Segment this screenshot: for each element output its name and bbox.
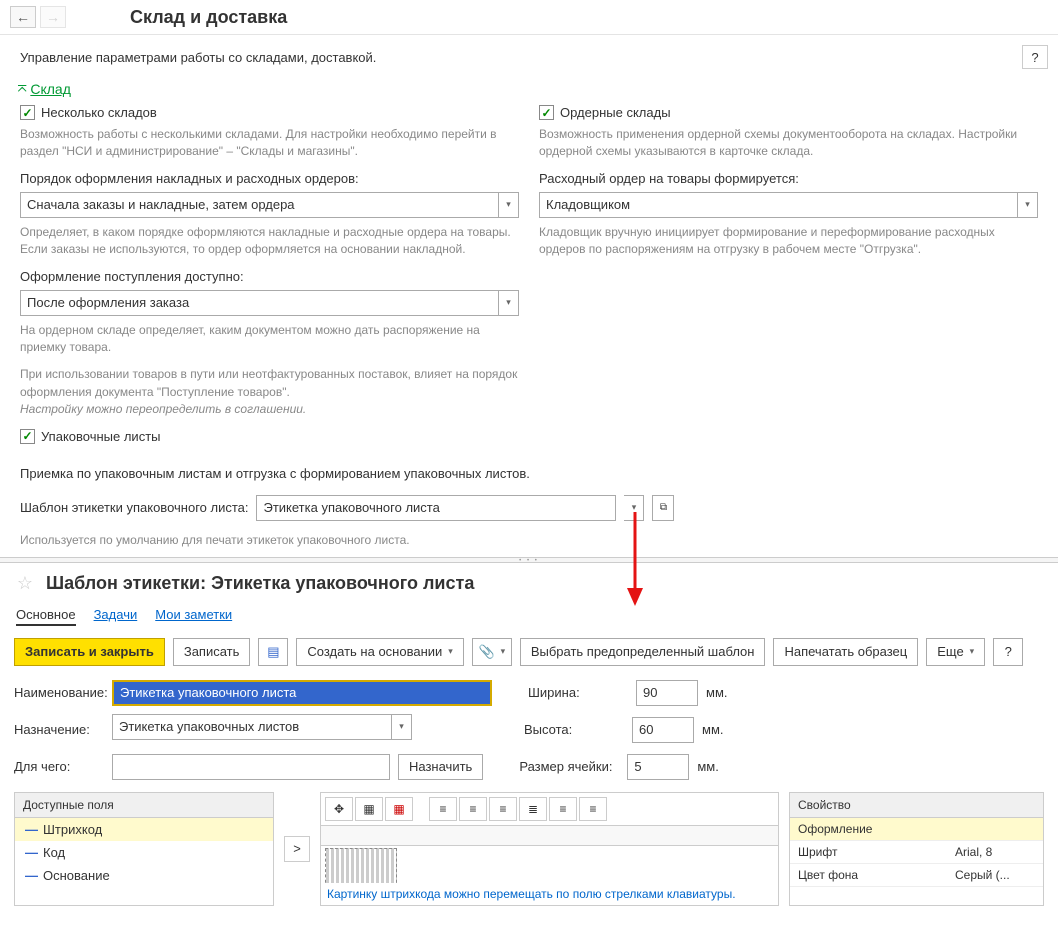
cell-input[interactable]: 5 xyxy=(627,754,689,780)
tab-tasks[interactable]: Задачи xyxy=(94,607,138,626)
design-canvas[interactable] xyxy=(321,826,778,883)
help-button-lower[interactable]: ? xyxy=(993,638,1023,666)
nav-back-button[interactable] xyxy=(10,6,36,28)
assign-button[interactable]: Назначить xyxy=(398,754,483,780)
purpose-dropdown[interactable] xyxy=(392,714,412,740)
template-open-button[interactable]: ⧉ xyxy=(652,495,674,521)
star-icon[interactable]: ☆ xyxy=(14,573,36,595)
save-close-button[interactable]: Записать и закрыть xyxy=(14,638,165,666)
section-toggle-sklad[interactable]: Склад xyxy=(0,77,1058,101)
dash-icon: — xyxy=(25,868,37,883)
checkbox-multi-warehouse-label: Несколько складов xyxy=(41,105,157,120)
expense-select[interactable]: Кладовщиком xyxy=(539,192,1018,218)
purpose-label: Назначение: xyxy=(14,722,104,737)
template-desc: Используется по умолчанию для печати эти… xyxy=(0,529,1058,557)
order-flow-select[interactable]: Сначала заказы и накладные, затем ордера xyxy=(20,192,499,218)
move-right-button[interactable]: > xyxy=(284,836,310,862)
align-center-button[interactable]: ≡ xyxy=(459,797,487,821)
height-label: Высота: xyxy=(524,722,624,737)
save-button[interactable]: Записать xyxy=(173,638,251,666)
checkbox-order-wh[interactable] xyxy=(539,105,554,120)
receipt-label: Оформление поступления доступно: xyxy=(20,269,519,284)
order-flow-desc: Определяет, в каком порядке оформляются … xyxy=(20,224,519,259)
cell-unit: мм. xyxy=(697,759,719,774)
multi-warehouse-desc: Возможность работы с несколькими складам… xyxy=(20,126,519,161)
attach-icon: 📎 xyxy=(478,644,494,660)
chevron-down-icon: ▾ xyxy=(970,646,975,657)
fields-panel-header: Доступные поля xyxy=(15,793,273,818)
expense-desc: Кладовщик вручную инициирует формировани… xyxy=(539,224,1038,259)
width-label: Ширина: xyxy=(528,685,628,700)
arrow-right-icon xyxy=(46,9,60,25)
template-dropdown[interactable] xyxy=(624,495,644,521)
lower-title: Шаблон этикетки: Этикетка упаковочного л… xyxy=(46,573,474,594)
prop-row[interactable]: Цвет фона Серый (... xyxy=(790,864,1043,887)
name-input[interactable]: Этикетка упаковочного листа xyxy=(112,680,492,706)
valign-middle-button[interactable]: ≡ xyxy=(579,797,607,821)
align-justify-button[interactable]: ≣ xyxy=(519,797,547,821)
create-based-button[interactable]: Создать на основании▾ xyxy=(296,638,463,666)
checkbox-packing-label: Упаковочные листы xyxy=(41,429,161,444)
tab-notes[interactable]: Мои заметки xyxy=(155,607,232,626)
page-title: Склад и доставка xyxy=(130,7,287,28)
template-input[interactable]: Этикетка упаковочного листа xyxy=(256,495,616,521)
checkbox-multi-warehouse[interactable] xyxy=(20,105,35,120)
tool-delete[interactable]: ▦ xyxy=(385,797,413,821)
cell-label: Размер ячейки: xyxy=(519,759,619,774)
ruler xyxy=(321,826,778,846)
list-button[interactable]: ▤ xyxy=(258,638,288,666)
packing-desc: Приемка по упаковочным листам и отгрузка… xyxy=(0,460,1058,487)
receipt-dropdown[interactable] xyxy=(499,290,519,316)
order-flow-label: Порядок оформления накладных и расходных… xyxy=(20,171,519,186)
checkbox-packing[interactable] xyxy=(20,429,35,444)
for-input[interactable] xyxy=(112,754,390,780)
print-sample-button[interactable]: Напечатать образец xyxy=(773,638,918,666)
receipt-desc1: На ордерном складе определяет, каким док… xyxy=(20,322,519,357)
help-button[interactable]: ? xyxy=(1022,45,1048,69)
props-panel-header: Свойство xyxy=(790,793,1043,818)
chevron-down-icon: ▾ xyxy=(448,646,453,657)
chevron-down-icon: ▾ xyxy=(501,646,506,657)
fields-list[interactable]: — Штрихкод — Код — Основание xyxy=(15,818,273,905)
valign-top-button[interactable]: ≡ xyxy=(549,797,577,821)
for-label: Для чего: xyxy=(14,759,104,774)
more-button[interactable]: Еще▾ xyxy=(926,638,985,666)
width-unit: мм. xyxy=(706,685,728,700)
select-predef-button[interactable]: Выбрать предопределенный шаблон xyxy=(520,638,766,666)
prop-row[interactable]: Оформление xyxy=(790,818,1043,841)
height-unit: мм. xyxy=(702,722,724,737)
template-label: Шаблон этикетки упаковочного листа: xyxy=(20,500,248,515)
nav-forward-button[interactable] xyxy=(40,6,66,28)
expense-dropdown[interactable] xyxy=(1018,192,1038,218)
section-title: Склад xyxy=(30,81,71,97)
align-left-button[interactable]: ≡ xyxy=(429,797,457,821)
width-input[interactable]: 90 xyxy=(636,680,698,706)
order-flow-dropdown[interactable] xyxy=(499,192,519,218)
list-icon: ▤ xyxy=(267,644,279,660)
height-input[interactable]: 60 xyxy=(632,717,694,743)
checkbox-order-wh-label: Ордерные склады xyxy=(560,105,671,120)
tool-move[interactable]: ✥ xyxy=(325,797,353,821)
list-item[interactable]: — Штрихкод xyxy=(15,818,273,841)
attach-button[interactable]: 📎▾ xyxy=(472,638,512,666)
barcode-preview[interactable] xyxy=(325,848,397,883)
order-wh-desc: Возможность применения ордерной схемы до… xyxy=(539,126,1038,161)
arrow-left-icon xyxy=(16,9,30,25)
expense-label: Расходный ордер на товары формируется: xyxy=(539,171,1038,186)
design-hint: Картинку штрихкода можно перемещать по п… xyxy=(321,883,778,905)
tab-main[interactable]: Основное xyxy=(16,607,76,626)
receipt-desc2: При использовании товаров в пути или нео… xyxy=(20,366,519,401)
tool-grid[interactable]: ▦ xyxy=(355,797,383,821)
name-label: Наименование: xyxy=(14,685,104,700)
list-item[interactable]: — Основание xyxy=(15,864,273,887)
page-subtitle: Управление параметрами работы со складам… xyxy=(20,50,1022,65)
align-right-button[interactable]: ≡ xyxy=(489,797,517,821)
dash-icon: — xyxy=(25,845,37,860)
receipt-select[interactable]: После оформления заказа xyxy=(20,290,499,316)
list-item[interactable]: — Код xyxy=(15,841,273,864)
prop-row[interactable]: Шрифт Arial, 8 xyxy=(790,841,1043,864)
purpose-select[interactable]: Этикетка упаковочных листов xyxy=(112,714,392,740)
dash-icon: — xyxy=(25,822,37,837)
receipt-desc3: Настройку можно переопределить в соглаше… xyxy=(20,401,519,418)
